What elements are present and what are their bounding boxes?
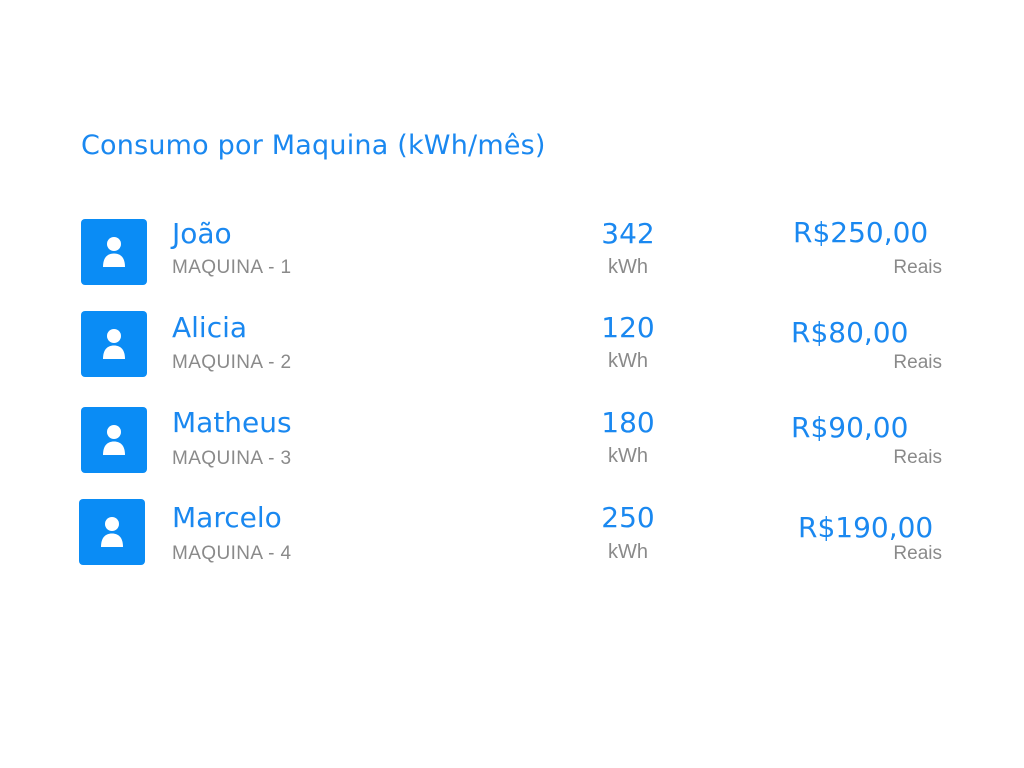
kwh-value: 250: [601, 501, 655, 534]
user-name: Alicia: [172, 311, 248, 344]
price-value: R$80,00: [791, 316, 909, 349]
machine-label: MAQUINA - 4: [172, 543, 292, 564]
avatar: [81, 311, 147, 377]
kwh-value: 180: [601, 406, 655, 439]
kwh-value: 342: [601, 217, 655, 250]
list-item[interactable]: Matheus MAQUINA - 3 180 kWh R$90,00 Reai…: [0, 406, 1024, 477]
machine-label: MAQUINA - 2: [172, 352, 292, 373]
currency-label: Reais: [893, 447, 942, 468]
user-icon: [103, 425, 125, 455]
list-item[interactable]: Alicia MAQUINA - 2 120 kWh R$80,00 Reais: [0, 311, 1024, 381]
list-item[interactable]: João MAQUINA - 1 342 kWh R$250,00 Reais: [0, 216, 1024, 289]
avatar: [79, 499, 145, 565]
kwh-unit: kWh: [608, 350, 648, 372]
list-item[interactable]: Marcelo MAQUINA - 4 250 kWh R$190,00 Rea…: [0, 499, 1024, 569]
user-name: João: [172, 217, 232, 250]
avatar: [81, 219, 147, 285]
machine-label: MAQUINA - 1: [172, 257, 292, 278]
user-icon: [103, 329, 125, 359]
page-title: Consumo por Maquina (kWh/mês): [81, 130, 546, 161]
kwh-unit: kWh: [608, 445, 648, 467]
kwh-value: 120: [601, 311, 655, 344]
currency-label: Reais: [893, 352, 942, 373]
price-value: R$250,00: [793, 216, 929, 249]
kwh-unit: kWh: [608, 541, 648, 563]
kwh-unit: kWh: [608, 256, 648, 278]
user-name: Matheus: [172, 406, 292, 439]
user-name: Marcelo: [172, 501, 282, 534]
price-value: R$190,00: [798, 511, 934, 544]
avatar: [81, 407, 147, 473]
user-icon: [103, 237, 125, 267]
user-icon: [101, 517, 123, 547]
consumption-panel: Consumo por Maquina (kWh/mês) João MAQUI…: [0, 0, 1024, 768]
currency-label: Reais: [893, 257, 942, 278]
currency-label: Reais: [893, 543, 942, 564]
price-value: R$90,00: [791, 411, 909, 444]
machine-label: MAQUINA - 3: [172, 448, 292, 469]
